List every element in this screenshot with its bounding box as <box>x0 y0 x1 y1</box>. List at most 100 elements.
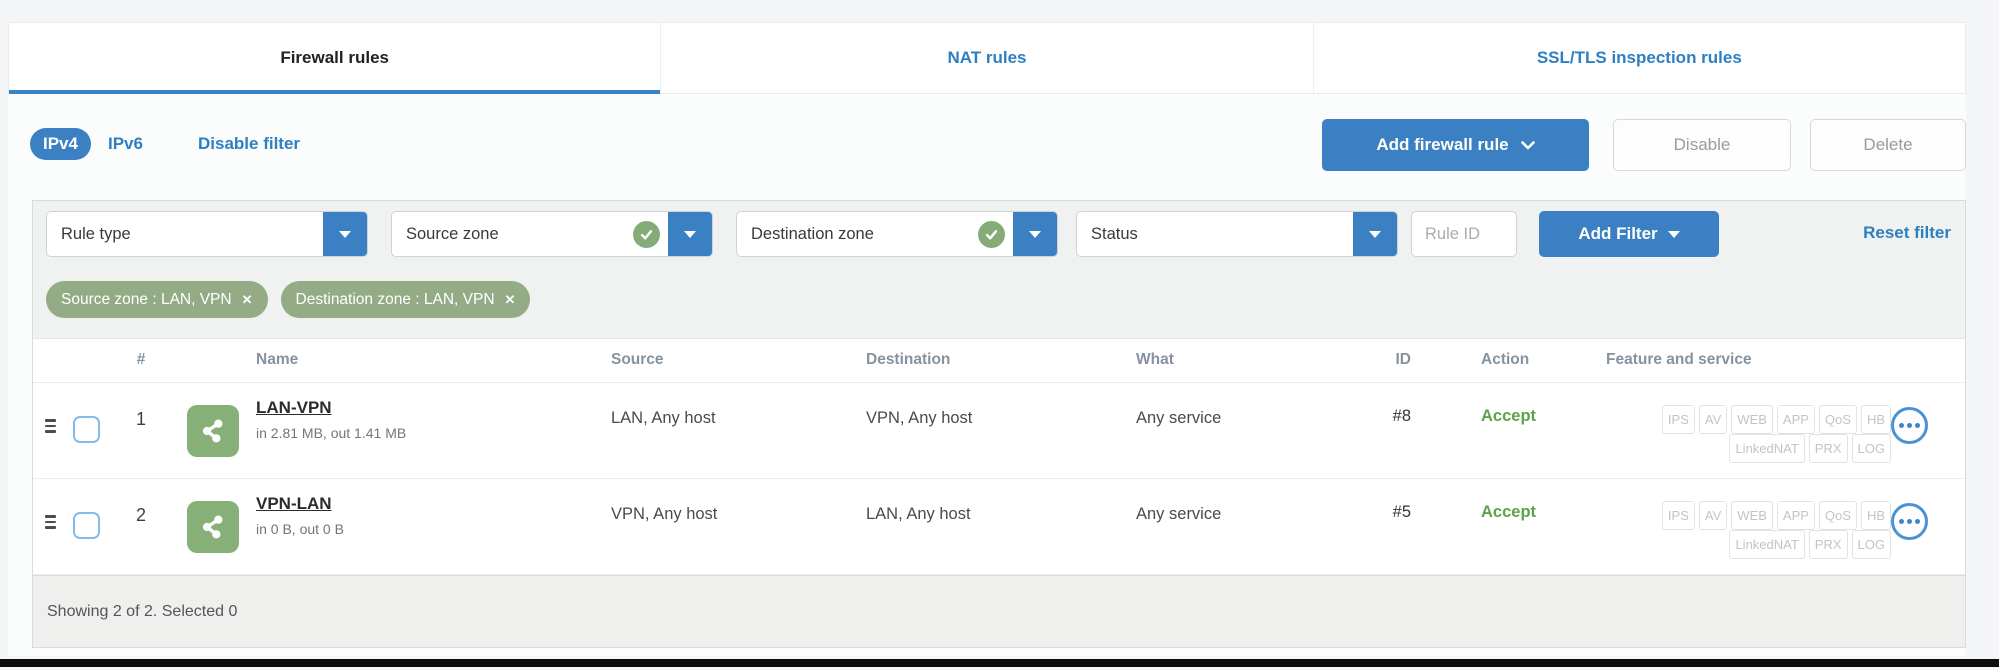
tab-nat-rules-label: NAT rules <box>947 48 1026 68</box>
ipv6-toggle[interactable]: IPv6 <box>108 134 143 154</box>
chevron-down-icon <box>1521 141 1535 150</box>
add-filter-button[interactable]: Add Filter <box>1539 211 1719 257</box>
row-checkbox[interactable] <box>73 416 100 443</box>
drag-handle-icon[interactable] <box>45 419 56 433</box>
rule-name-link[interactable]: LAN-VPN <box>256 398 332 418</box>
rule-name-cell: LAN-VPN in 2.81 MB, out 1.41 MB <box>256 398 406 441</box>
source-zone-dropdown-toggle[interactable] <box>668 212 712 256</box>
rule-id-cell: #8 <box>1323 407 1411 426</box>
status-dropdown-toggle[interactable] <box>1353 212 1397 256</box>
badge-qos: QoS <box>1819 405 1857 434</box>
filter-applied-check-icon <box>978 221 1005 248</box>
destination-zone-dropdown[interactable]: Destination zone <box>736 211 1058 257</box>
rule-order-number: 2 <box>117 505 165 526</box>
badge-web: WEB <box>1731 501 1773 530</box>
header-what: What <box>1136 351 1174 369</box>
table-header-row: # Name Source Destination What ID Action… <box>33 339 1965 383</box>
action-cell: Accept <box>1481 503 1536 522</box>
filter-chip-label: Destination zone : LAN, VPN <box>296 291 495 309</box>
status-dropdown-label: Status <box>1077 225 1353 244</box>
ipv4-toggle[interactable]: IPv4 <box>30 128 91 160</box>
header-name: Name <box>256 351 298 369</box>
destination-zone-dropdown-toggle[interactable] <box>1013 212 1057 256</box>
active-tab-underline <box>9 90 660 94</box>
source-zone-dropdown[interactable]: Source zone <box>391 211 713 257</box>
add-filter-label: Add Filter <box>1578 224 1657 244</box>
badge-log: LOG <box>1852 530 1891 559</box>
reset-filter-link[interactable]: Reset filter <box>1863 223 1951 243</box>
rule-order-number: 1 <box>117 409 165 430</box>
header-id: ID <box>1323 351 1411 369</box>
row-checkbox[interactable] <box>73 512 100 539</box>
chevron-down-icon <box>1668 231 1680 238</box>
row-count-summary: Showing 2 of 2. Selected 0 <box>47 603 237 621</box>
badge-prx: PRX <box>1809 530 1848 559</box>
disable-button[interactable]: Disable <box>1613 119 1791 171</box>
close-icon[interactable]: ✕ <box>505 292 516 308</box>
ellipsis-icon <box>1907 423 1913 429</box>
rule-traffic-stats: in 0 B, out 0 B <box>256 521 344 537</box>
tab-firewall-rules-label: Firewall rules <box>280 48 389 68</box>
badge-ips: IPS <box>1662 405 1695 434</box>
tab-ssl-tls-label: SSL/TLS inspection rules <box>1537 48 1742 68</box>
rule-id-input[interactable] <box>1411 211 1517 257</box>
share-icon <box>187 405 239 457</box>
badge-web: WEB <box>1731 405 1773 434</box>
badge-av: AV <box>1699 501 1727 530</box>
badge-av: AV <box>1699 405 1727 434</box>
source-cell: LAN, Any host <box>611 409 716 428</box>
chevron-down-icon <box>684 231 696 238</box>
rules-tab-bar: Firewall rules NAT rules SSL/TLS inspect… <box>8 22 1966 94</box>
ipv4-label: IPv4 <box>43 134 78 154</box>
badge-ips: IPS <box>1662 501 1695 530</box>
header-destination: Destination <box>866 351 950 369</box>
tab-ssl-tls-inspection-rules[interactable]: SSL/TLS inspection rules <box>1313 23 1965 93</box>
firewall-rules-page: Firewall rules NAT rules SSL/TLS inspect… <box>0 0 1999 670</box>
chevron-down-icon <box>1369 231 1381 238</box>
add-firewall-rule-label: Add firewall rule <box>1376 135 1508 155</box>
filter-chip-source-zone[interactable]: Source zone : LAN, VPN ✕ <box>46 281 268 318</box>
drag-handle-icon[interactable] <box>45 515 56 529</box>
chevron-down-icon <box>1029 231 1041 238</box>
close-icon[interactable]: ✕ <box>242 292 253 308</box>
ellipsis-icon <box>1915 423 1921 429</box>
chevron-down-icon <box>339 231 351 238</box>
rule-type-dropdown[interactable]: Rule type <box>46 211 368 257</box>
badge-app: APP <box>1777 501 1815 530</box>
header-feature-and-service: Feature and service <box>1606 351 1752 369</box>
more-options-button[interactable] <box>1891 503 1928 540</box>
badge-prx: PRX <box>1809 434 1848 463</box>
delete-button[interactable]: Delete <box>1810 119 1966 171</box>
destination-cell: LAN, Any host <box>866 505 971 524</box>
filter-chip-destination-zone[interactable]: Destination zone : LAN, VPN ✕ <box>281 281 531 318</box>
rule-traffic-stats: in 2.81 MB, out 1.41 MB <box>256 425 406 441</box>
active-filter-chips: Source zone : LAN, VPN ✕ Destination zon… <box>46 281 530 318</box>
tab-nat-rules[interactable]: NAT rules <box>660 23 1312 93</box>
disable-filter-link[interactable]: Disable filter <box>198 134 300 154</box>
filter-applied-check-icon <box>633 221 660 248</box>
ellipsis-icon <box>1899 519 1905 525</box>
badge-log: LOG <box>1852 434 1891 463</box>
rule-id-cell: #5 <box>1323 503 1411 522</box>
status-dropdown[interactable]: Status <box>1076 211 1398 257</box>
ellipsis-icon <box>1899 423 1905 429</box>
rule-name-cell: VPN-LAN in 0 B, out 0 B <box>256 494 344 537</box>
share-icon <box>187 501 239 553</box>
badge-hb: HB <box>1861 405 1891 434</box>
what-cell: Any service <box>1136 505 1221 524</box>
rule-type-dropdown-toggle[interactable] <box>323 212 367 256</box>
badge-hb: HB <box>1861 501 1891 530</box>
tab-firewall-rules[interactable]: Firewall rules <box>9 23 660 93</box>
header-number: # <box>117 351 165 369</box>
table-row: 1 LAN-VPN in 2.81 MB, out 1.41 MB LAN, A… <box>33 383 1965 479</box>
rule-name-link[interactable]: VPN-LAN <box>256 494 332 514</box>
rule-type-dropdown-label: Rule type <box>47 225 323 244</box>
more-options-button[interactable] <box>1891 407 1928 444</box>
action-cell: Accept <box>1481 407 1536 426</box>
table-footer: Showing 2 of 2. Selected 0 <box>33 575 1965 647</box>
badge-qos: QoS <box>1819 501 1857 530</box>
filter-chip-label: Source zone : LAN, VPN <box>61 291 232 309</box>
badge-app: APP <box>1777 405 1815 434</box>
what-cell: Any service <box>1136 409 1221 428</box>
add-firewall-rule-button[interactable]: Add firewall rule <box>1322 119 1589 171</box>
